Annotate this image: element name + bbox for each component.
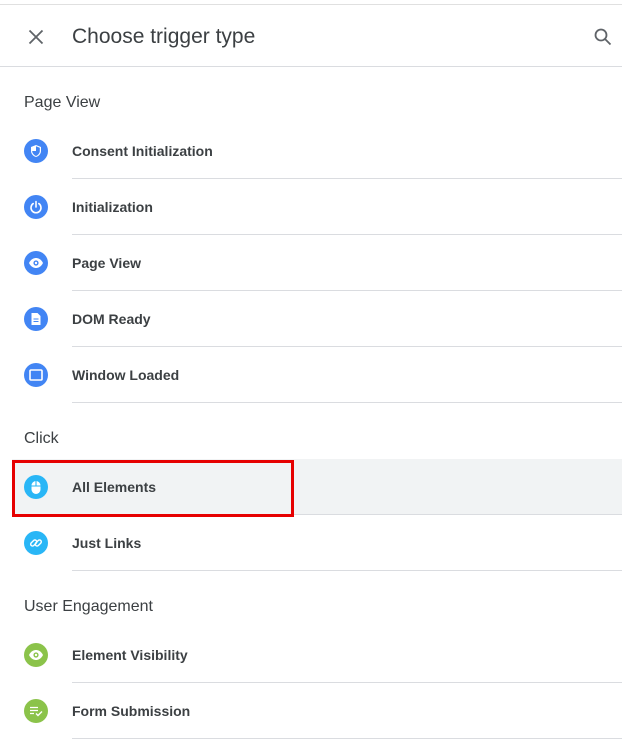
search-icon [594, 28, 612, 46]
trigger-item-label: Form Submission [72, 703, 191, 719]
trigger-item-initialization[interactable]: Initialization [0, 179, 622, 235]
link-icon [24, 531, 48, 555]
trigger-type-panel: Choose trigger type Page View Consent In… [0, 0, 622, 750]
page-title: Choose trigger type [72, 25, 256, 48]
trigger-item-label: All Elements [72, 479, 157, 495]
trigger-item-page-view[interactable]: Page View [0, 235, 622, 291]
divider [72, 402, 622, 403]
search-button[interactable] [590, 24, 616, 50]
section-title-click: Click [24, 430, 59, 447]
panel-header: Choose trigger type [0, 5, 622, 67]
trigger-item-label: Consent Initialization [72, 143, 213, 159]
shield-icon [24, 139, 48, 163]
power-icon [24, 195, 48, 219]
trigger-item-label: DOM Ready [72, 311, 151, 327]
mouse-icon [24, 475, 48, 499]
form-check-icon [24, 699, 48, 723]
close-icon [28, 29, 44, 45]
section-title-user-engagement: User Engagement [24, 598, 153, 615]
trigger-item-label: Page View [72, 255, 142, 271]
trigger-item-window-loaded[interactable]: Window Loaded [0, 347, 622, 403]
window-icon [24, 363, 48, 387]
trigger-item-consent-initialization[interactable]: Consent Initialization [0, 123, 622, 179]
eye-icon [24, 643, 48, 667]
trigger-item-label: Element Visibility [72, 647, 188, 663]
section-title-page-view: Page View [24, 94, 101, 111]
divider [72, 570, 622, 571]
trigger-item-form-submission[interactable]: Form Submission [0, 683, 622, 739]
divider [72, 738, 622, 739]
trigger-item-just-links[interactable]: Just Links [0, 515, 622, 571]
eye-icon [24, 251, 48, 275]
trigger-item-label: Initialization [72, 199, 153, 215]
trigger-item-label: Just Links [72, 535, 142, 551]
document-icon [24, 307, 48, 331]
trigger-item-label: Window Loaded [72, 367, 180, 383]
trigger-item-dom-ready[interactable]: DOM Ready [0, 291, 622, 347]
trigger-item-element-visibility[interactable]: Element Visibility [0, 627, 622, 683]
trigger-item-all-elements[interactable]: All Elements [12, 459, 622, 515]
close-button[interactable] [22, 23, 50, 51]
